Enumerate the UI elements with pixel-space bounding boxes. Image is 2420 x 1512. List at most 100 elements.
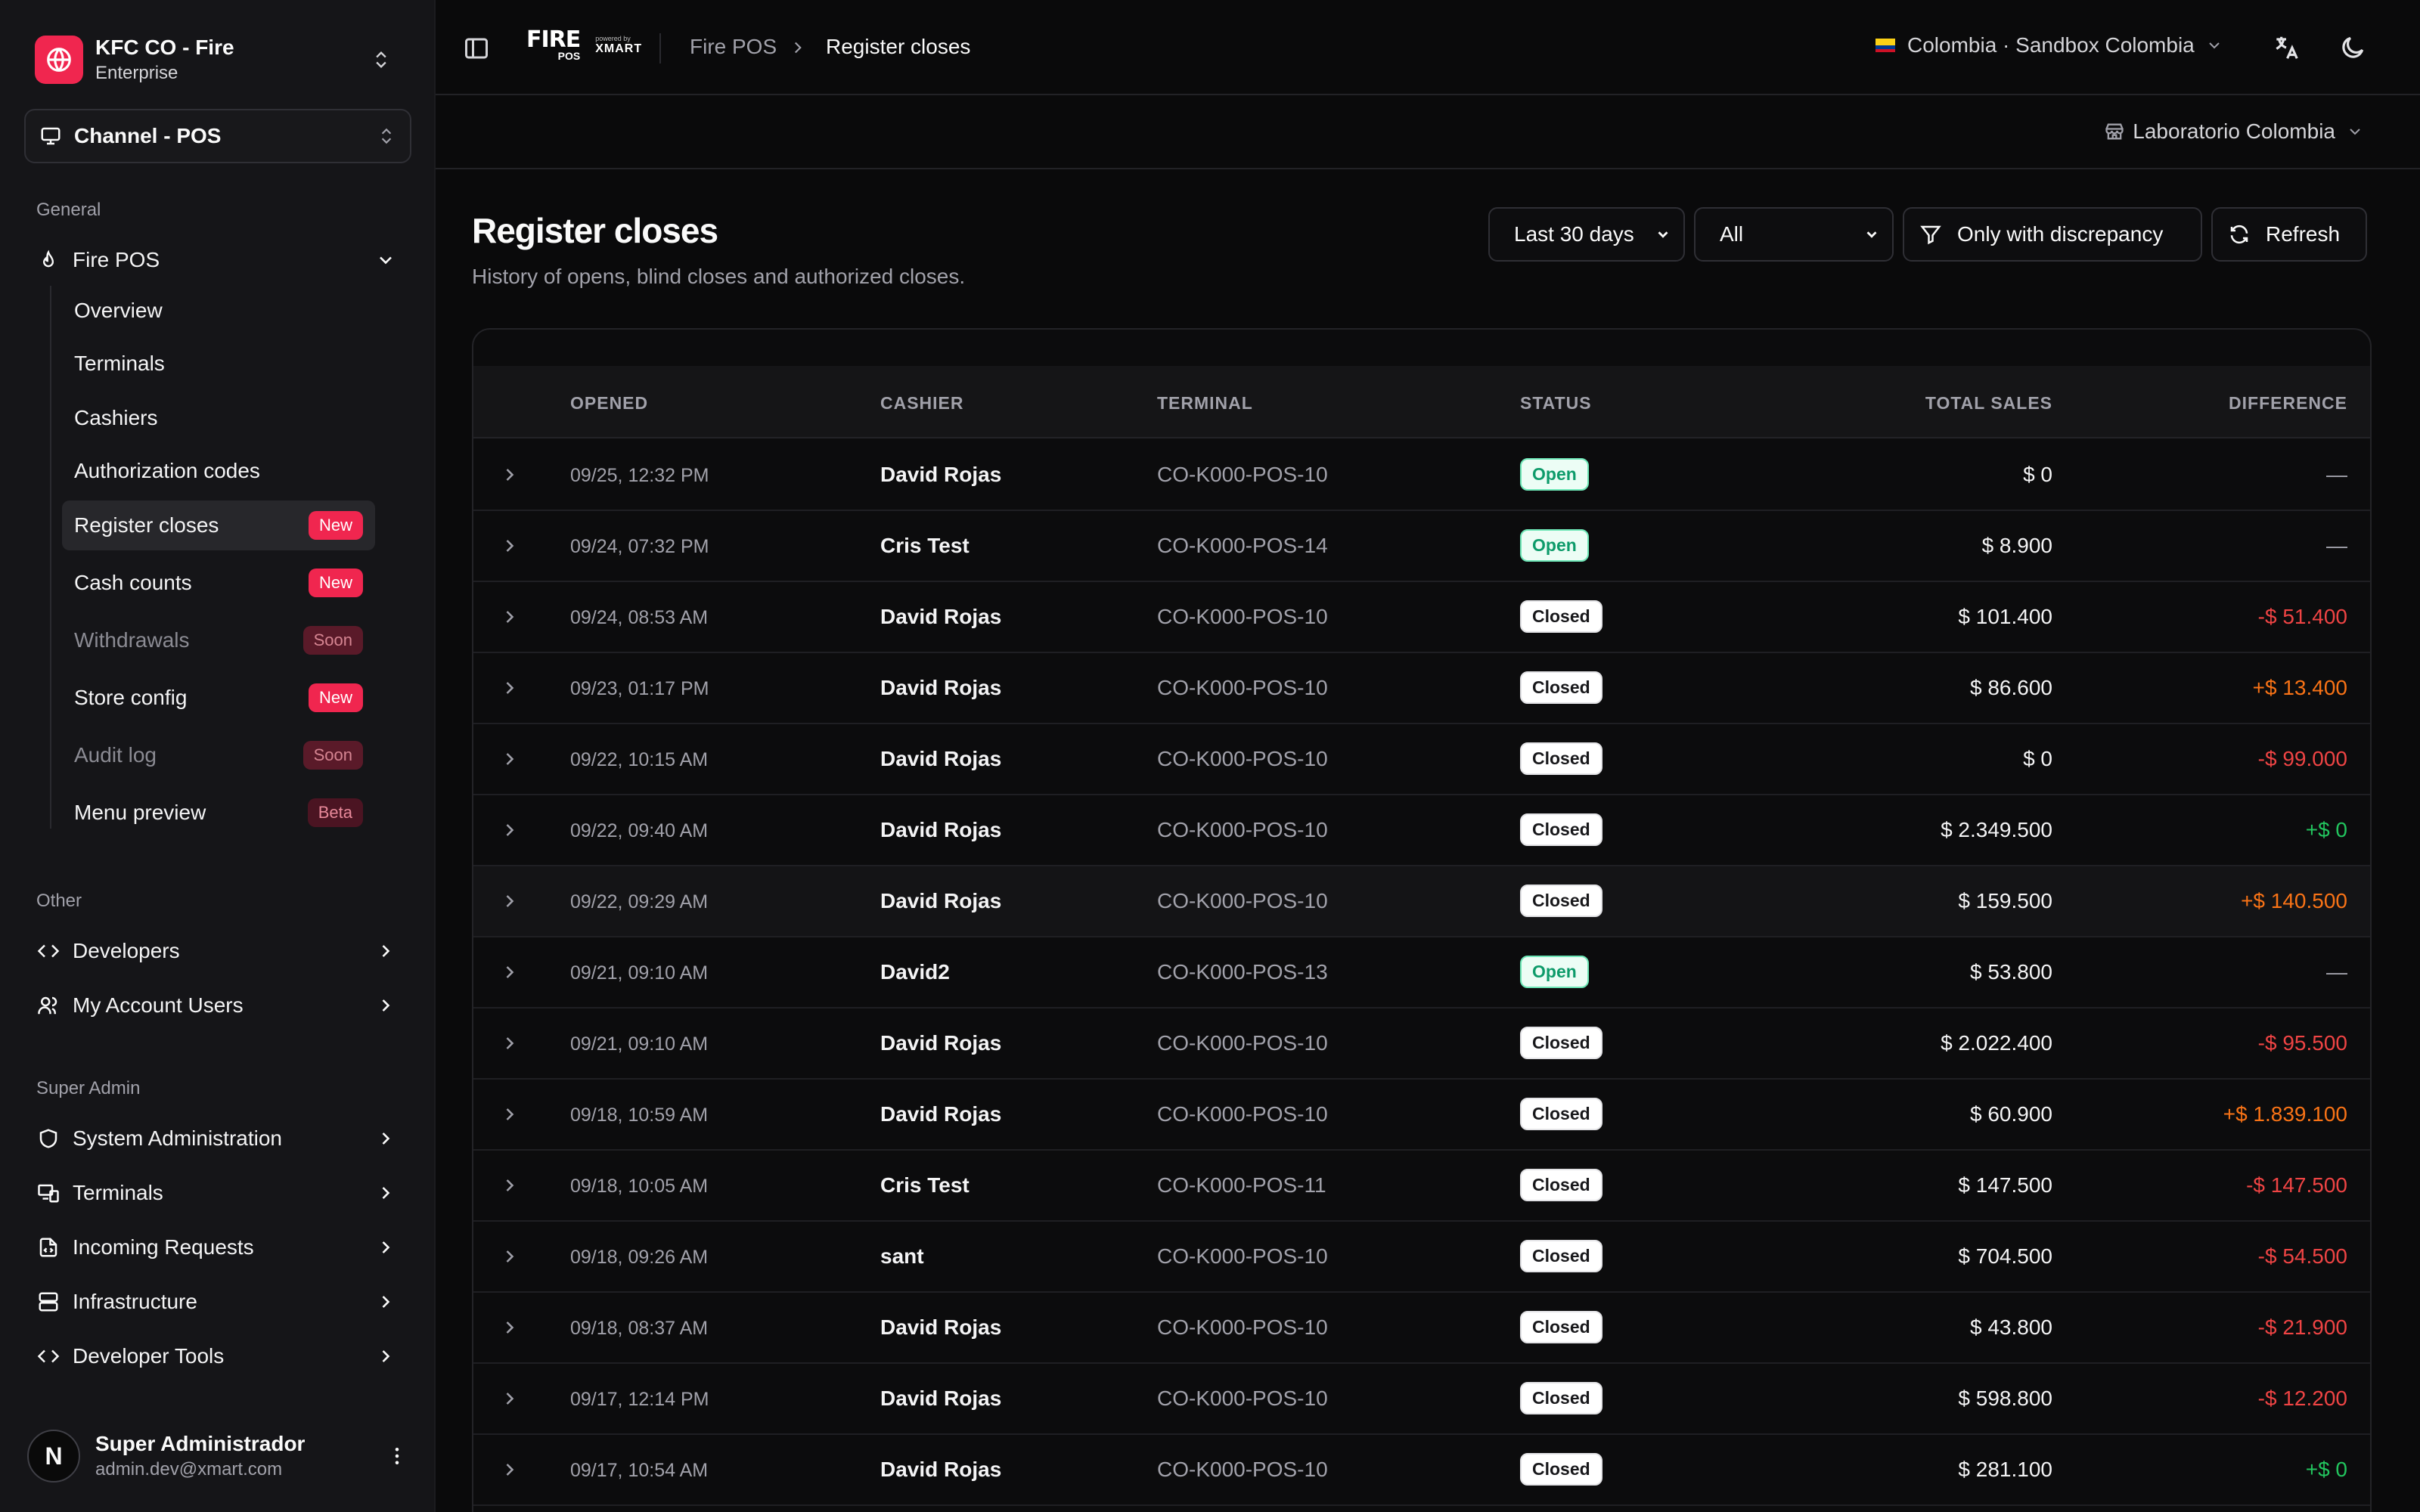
cell-status: Closed [1520, 1240, 1602, 1272]
chevron-right-icon[interactable] [499, 962, 520, 983]
beta-badge: Beta [307, 798, 363, 827]
table-row[interactable]: 09/17, 12:14 PM David Rojas CO-K000-POS-10… [473, 1364, 2370, 1435]
discrepancy-label: Only with discrepancy [1957, 222, 2164, 246]
brand-xmart: XMART [595, 42, 643, 55]
sidebar-item-developer-tools[interactable]: Developer Tools [36, 1334, 399, 1379]
cell-difference: -$ 51.400 [2257, 605, 2347, 628]
sidebar-item-my-account-users[interactable]: My Account Users [36, 983, 399, 1028]
cell-cashier: David Rojas [880, 463, 1002, 486]
store-selector[interactable]: Laboratorio Colombia [2104, 119, 2364, 144]
refresh-icon [2230, 225, 2248, 244]
cell-status: Closed [1520, 813, 1602, 846]
sidebar-sub-withdrawals[interactable]: Withdrawals Soon [62, 615, 375, 665]
user-menu[interactable]: N Super Administrador admin.dev@xmart.co… [27, 1423, 408, 1489]
sidebar-sub-menu-preview[interactable]: Menu preview Beta [62, 788, 375, 838]
sidebar-toggle-icon[interactable] [463, 35, 490, 62]
cell-opened: 09/25, 12:32 PM [570, 465, 709, 486]
translate-icon[interactable] [2272, 33, 2301, 62]
table-row[interactable]: 09/18, 10:59 AM David Rojas CO-K000-POS-10… [473, 1080, 2370, 1151]
table-row[interactable]: 09/24, 07:32 PM Cris Test CO-K000-POS-14 Op… [473, 511, 2370, 582]
table-row[interactable]: 09/21, 09:10 AM David2 CO-K000-POS-13 Open $… [473, 937, 2370, 1009]
cell-difference: -$ 99.000 [2257, 747, 2347, 770]
moon-icon[interactable] [2338, 33, 2367, 62]
table-row[interactable]: 09/17, 10:54 AM David Rojas CO-K000-POS-10… [473, 1435, 2370, 1506]
cell-difference: +$ 140.500 [2241, 889, 2347, 912]
chevron-right-icon[interactable] [499, 464, 520, 485]
sidebar-sub-cashiers[interactable]: Cashiers [62, 393, 375, 443]
refresh-button[interactable]: Refresh [2211, 207, 2367, 262]
chevron-right-icon[interactable] [499, 677, 520, 699]
table-row[interactable]: 09/22, 09:29 AM David Rojas CO-K000-POS-10… [473, 866, 2370, 937]
col-total-sales[interactable]: TOTAL SALES [1925, 393, 2052, 414]
sidebar-item-infrastructure[interactable]: Infrastructure [36, 1279, 399, 1325]
chevron-right-icon[interactable] [499, 1317, 520, 1338]
channel-switcher[interactable]: Channel - POS [24, 109, 411, 163]
chevron-right-icon[interactable] [499, 748, 520, 770]
table-row[interactable]: 09/24, 08:53 AM David Rojas CO-K000-POS-10… [473, 582, 2370, 653]
table-row[interactable]: 09/23, 01:17 PM David Rojas CO-K000-POS-10… [473, 653, 2370, 724]
chevron-right-icon [382, 1187, 390, 1199]
table-row[interactable]: 09/21, 09:10 AM David Rojas CO-K000-POS-10… [473, 1009, 2370, 1080]
chevron-right-icon[interactable] [499, 1175, 520, 1196]
sidebar-sub-register-closes[interactable]: Register closes New [62, 500, 375, 550]
cell-opened: 09/18, 10:59 AM [570, 1105, 709, 1126]
sidebar-sub-audit-log[interactable]: Audit log Soon [62, 730, 375, 780]
sidebar-sub-terminals[interactable]: Terminals [62, 339, 375, 389]
cell-status: Closed [1520, 1169, 1602, 1201]
sidebar-sub-label: Terminals [74, 352, 165, 375]
file-code-icon [36, 1235, 60, 1259]
cell-terminal: CO-K000-POS-11 [1157, 1173, 1326, 1197]
cell-difference: -$ 54.500 [2257, 1244, 2347, 1268]
user-name: Super Administrador [95, 1432, 306, 1455]
chevron-right-icon[interactable] [499, 891, 520, 912]
cell-status: Closed [1520, 1382, 1602, 1414]
cell-total-sales: $ 598.800 [1958, 1387, 2052, 1410]
sidebar-item-developers[interactable]: Developers [36, 928, 399, 974]
discrepancy-filter-button[interactable]: Only with discrepancy [1903, 207, 2202, 262]
org-switcher[interactable]: KFC CO - Fire Enterprise [24, 27, 407, 92]
chevron-right-icon [382, 1132, 390, 1145]
channel-label: Channel - POS [74, 124, 222, 147]
brand-pos: POS [557, 50, 581, 62]
sidebar-item-terminals[interactable]: Terminals [36, 1170, 399, 1216]
top-bar: FIRE POS powered by XMART Fire POS Regis… [436, 0, 2420, 95]
more-vertical-icon[interactable] [386, 1445, 408, 1467]
sidebar-sub-label: Register closes [74, 513, 219, 537]
sidebar-sub-overview[interactable]: Overview [62, 286, 375, 336]
chevron-right-icon[interactable] [499, 1388, 520, 1409]
status-filter-select[interactable]: All [1694, 207, 1894, 262]
col-difference[interactable]: DIFFERENCE [2229, 393, 2347, 414]
sidebar-sub-store-config[interactable]: Store config New [62, 673, 375, 723]
chevron-right-icon[interactable] [499, 820, 520, 841]
col-opened[interactable]: OPENED [570, 393, 648, 414]
chevron-right-icon [382, 1350, 390, 1362]
table-row[interactable]: 09/18, 08:37 AM David Rojas CO-K000-POS-10… [473, 1293, 2370, 1364]
cell-cashier: David Rojas [880, 818, 1002, 841]
col-status[interactable]: STATUS [1520, 393, 1592, 414]
sidebar-sub-cash-counts[interactable]: Cash counts New [62, 558, 375, 608]
table-row[interactable]: 09/25, 12:32 PM David Rojas CO-K000-POS-10… [473, 440, 2370, 511]
date-range-select[interactable]: Last 30 days [1488, 207, 1685, 262]
chevron-right-icon[interactable] [499, 1459, 520, 1480]
chevron-right-icon[interactable] [499, 606, 520, 627]
chevron-right-icon[interactable] [499, 1246, 520, 1267]
table-row[interactable]: 09/18, 10:05 AM Cris Test CO-K000-POS-11 Cl… [473, 1151, 2370, 1222]
sidebar-sub-authorization-codes[interactable]: Authorization codes [62, 446, 375, 496]
chevron-right-icon[interactable] [499, 535, 520, 556]
table-row[interactable]: 09/22, 09:40 AM David Rojas CO-K000-POS-10… [473, 795, 2370, 866]
chevron-right-icon[interactable] [499, 1033, 520, 1054]
cell-difference: +$ 13.400 [2252, 676, 2347, 699]
country-selector[interactable]: Colombia · Sandbox Colombia [1876, 33, 2223, 57]
sidebar-item-incoming-requests[interactable]: Incoming Requests [36, 1225, 399, 1270]
chevron-right-icon[interactable] [499, 1104, 520, 1125]
table-row[interactable]: 09/22, 10:15 AM David Rojas CO-K000-POS-10… [473, 724, 2370, 795]
sidebar-item-fire-pos[interactable]: Fire POS [36, 237, 399, 283]
table-row[interactable]: 09/18, 09:26 AM sant CO-K000-POS-10 Closed $… [473, 1222, 2370, 1293]
cell-cashier: Cris Test [880, 1173, 970, 1197]
cell-opened: 09/21, 09:10 AM [570, 962, 709, 984]
sidebar-item-system-administration[interactable]: System Administration [36, 1116, 399, 1161]
breadcrumb-parent[interactable]: Fire POS [690, 35, 777, 59]
col-terminal[interactable]: TERMINAL [1157, 393, 1253, 414]
cell-terminal: CO-K000-POS-10 [1157, 1315, 1328, 1339]
col-cashier[interactable]: CASHIER [880, 393, 964, 414]
